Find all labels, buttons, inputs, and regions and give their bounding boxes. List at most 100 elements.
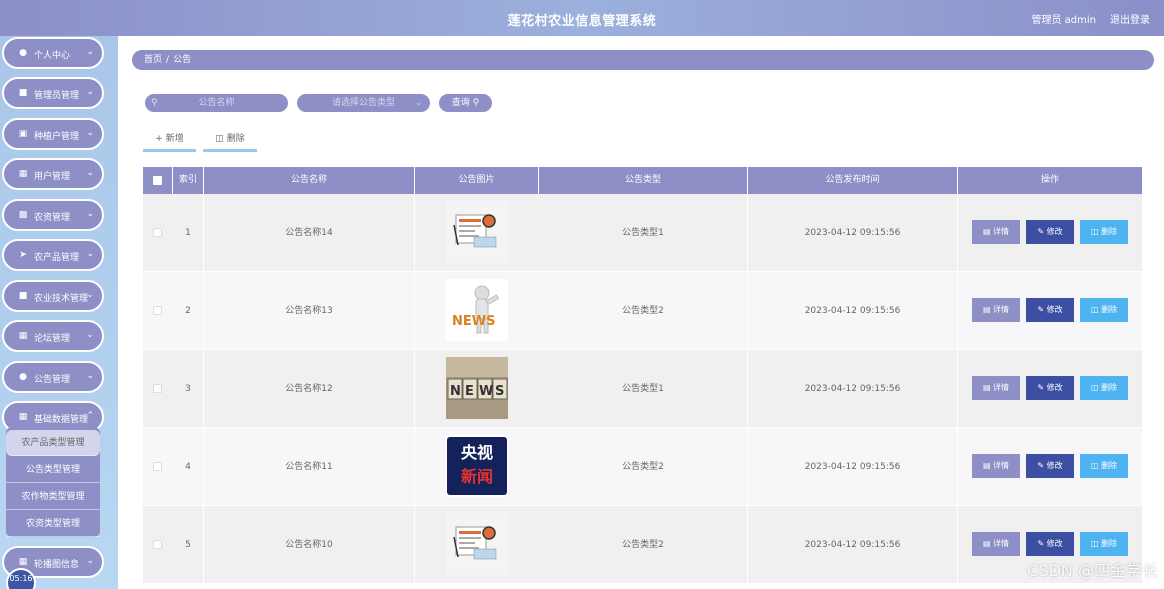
pencil-icon: ✎ <box>1037 539 1045 548</box>
notice-name-input[interactable]: ⚲ 公告名称 <box>144 93 289 113</box>
row-operations: ▤ 详情 ✎ 修改 ◫ 删除 <box>972 376 1132 400</box>
row-checkbox[interactable] <box>153 306 162 315</box>
pencil-icon: ✎ <box>1037 227 1045 236</box>
breadcrumb: 首页 / 公告 <box>132 50 1154 70</box>
header-name: 公告名称 <box>204 167 415 194</box>
breadcrumb-home[interactable]: 首页 <box>144 55 162 65</box>
row-type: 公告类型1 <box>539 194 748 272</box>
chevron-down-icon: ⌄ <box>86 556 94 566</box>
row-checkbox[interactable] <box>153 540 162 549</box>
sidebar-item-supplies[interactable]: ▩ 农资管理 ⌄ <box>2 199 104 231</box>
trash-icon: ◫ <box>1090 305 1099 314</box>
detail-button[interactable]: ▤ 详情 <box>972 376 1020 400</box>
sidebar-item-products[interactable]: ➤ 农产品管理 ⌄ <box>2 239 104 271</box>
submenu-item-crop-type[interactable]: 农作物类型管理 <box>6 484 100 510</box>
detail-button[interactable]: ▤ 详情 <box>972 220 1020 244</box>
logout-link[interactable]: 退出登录 <box>1110 11 1150 26</box>
batch-delete-button[interactable]: ◫ 删除 <box>203 130 257 152</box>
row-name: 公告名称10 <box>204 506 415 584</box>
top-header: 莲花村农业信息管理系统 管理员 admin 退出登录 <box>0 0 1164 36</box>
sidebar-item-personal-center[interactable]: ● 个人中心 ⌄ <box>2 37 104 69</box>
edit-button[interactable]: ✎ 修改 <box>1026 298 1074 322</box>
sidebar-item-admin[interactable]: ■ 管理员管理 ⌄ <box>2 77 104 109</box>
app-title: 莲花村农业信息管理系统 <box>507 14 657 29</box>
admin-icon: ■ <box>18 88 28 98</box>
delete-button[interactable]: ◫ 删除 <box>1080 376 1128 400</box>
delete-button[interactable]: ◫ 删除 <box>1080 532 1128 556</box>
row-index: 1 <box>173 194 204 272</box>
pencil-icon: ✎ <box>1037 305 1045 314</box>
sidebar-item-forum[interactable]: ▦ 论坛管理 ⌄ <box>2 320 104 352</box>
send-icon: ➤ <box>19 250 27 260</box>
row-type: 公告类型2 <box>539 506 748 584</box>
search-icon: ⚲ <box>472 98 480 108</box>
chevron-up-icon: ⌃ <box>86 411 94 421</box>
row-name: 公告名称14 <box>204 194 415 272</box>
select-all-checkbox[interactable] <box>153 176 162 185</box>
svg-text:S: S <box>495 384 504 399</box>
chevron-down-icon: ⌄ <box>86 87 94 97</box>
grid-icon: ▦ <box>18 557 28 567</box>
grower-icon: ▣ <box>18 129 28 139</box>
newspaper-image <box>446 513 508 575</box>
notice-image: N E W S <box>446 357 508 419</box>
edit-button[interactable]: ✎ 修改 <box>1026 454 1074 478</box>
cctv-text-bottom: 新闻 <box>460 467 493 486</box>
trash-icon: ◫ <box>1090 461 1099 470</box>
grid-icon: ▦ <box>18 412 28 422</box>
add-button[interactable]: + 新增 <box>143 130 196 152</box>
cctv-news-logo: 央视 新闻 <box>446 435 508 497</box>
row-checkbox[interactable] <box>153 384 162 393</box>
sidebar-item-notice[interactable]: ● 公告管理 ⌄ <box>2 361 104 393</box>
detail-button[interactable]: ▤ 详情 <box>972 532 1020 556</box>
row-operations: ▤ 详情 ✎ 修改 ◫ 删除 <box>972 532 1132 556</box>
basic-data-submenu: 农产品类型管理 公告类型管理 农作物类型管理 农资类型管理 <box>6 427 100 537</box>
detail-button[interactable]: ▤ 详情 <box>972 298 1020 322</box>
chevron-down-icon: ⌄ <box>86 249 94 259</box>
row-index: 4 <box>173 428 204 506</box>
user-icon: ● <box>19 372 27 382</box>
row-time: 2023-04-12 09:15:56 <box>748 272 958 350</box>
edit-button[interactable]: ✎ 修改 <box>1026 532 1074 556</box>
pencil-icon: ✎ <box>1037 461 1045 470</box>
header-time: 公告发布时间 <box>748 167 958 194</box>
sidebar-item-user[interactable]: ▦ 用户管理 ⌄ <box>2 158 104 190</box>
edit-button[interactable]: ✎ 修改 <box>1026 220 1074 244</box>
svg-text:N: N <box>450 384 461 399</box>
notice-type-placeholder: 请选择公告类型 <box>331 98 395 108</box>
header-select-all[interactable] <box>143 167 173 194</box>
submenu-item-supply-type[interactable]: 农资类型管理 <box>6 511 100 537</box>
trash-icon: ◫ <box>1090 539 1099 548</box>
row-checkbox[interactable] <box>153 462 162 471</box>
row-type: 公告类型2 <box>539 428 748 506</box>
chevron-down-icon: ⌄ <box>86 290 94 300</box>
submenu-item-product-type[interactable]: 农产品类型管理 <box>6 430 100 456</box>
row-name: 公告名称12 <box>204 350 415 428</box>
plus-icon: + <box>155 134 163 144</box>
query-button[interactable]: 查询 ⚲ <box>438 93 493 113</box>
edit-button[interactable]: ✎ 修改 <box>1026 376 1074 400</box>
delete-button[interactable]: ◫ 删除 <box>1080 298 1128 322</box>
sidebar-item-tech[interactable]: ■ 农业技术管理 ⌄ <box>2 280 104 312</box>
briefcase-icon: ▩ <box>18 210 28 220</box>
notice-type-select[interactable]: 请选择公告类型 ⌄ <box>296 93 431 113</box>
submenu-item-notice-type[interactable]: 公告类型管理 <box>6 457 100 483</box>
row-operations: ▤ 详情 ✎ 修改 ◫ 删除 <box>972 298 1132 322</box>
news-figure-image: NEWS <box>446 279 508 341</box>
sidebar-item-grower[interactable]: ▣ 种植户管理 ⌄ <box>2 118 104 150</box>
row-checkbox[interactable] <box>153 228 162 237</box>
svg-text:E: E <box>465 384 474 399</box>
header-type: 公告类型 <box>539 167 748 194</box>
breadcrumb-current: 公告 <box>173 55 192 65</box>
trash-icon: ◫ <box>215 134 224 144</box>
detail-button[interactable]: ▤ 详情 <box>972 454 1020 478</box>
chevron-down-icon: ⌄ <box>86 371 94 381</box>
delete-button[interactable]: ◫ 删除 <box>1080 454 1128 478</box>
row-name: 公告名称11 <box>204 428 415 506</box>
table-row: 3 公告名称12 N E W S 公告类型1 2023-04-12 09:15:… <box>143 350 1142 428</box>
book-icon: ■ <box>18 291 28 301</box>
grid-icon: ▦ <box>18 169 28 179</box>
delete-button[interactable]: ◫ 删除 <box>1080 220 1128 244</box>
admin-label: 管理员 admin <box>1031 15 1096 26</box>
news-blocks-image: N E W S <box>446 357 508 419</box>
